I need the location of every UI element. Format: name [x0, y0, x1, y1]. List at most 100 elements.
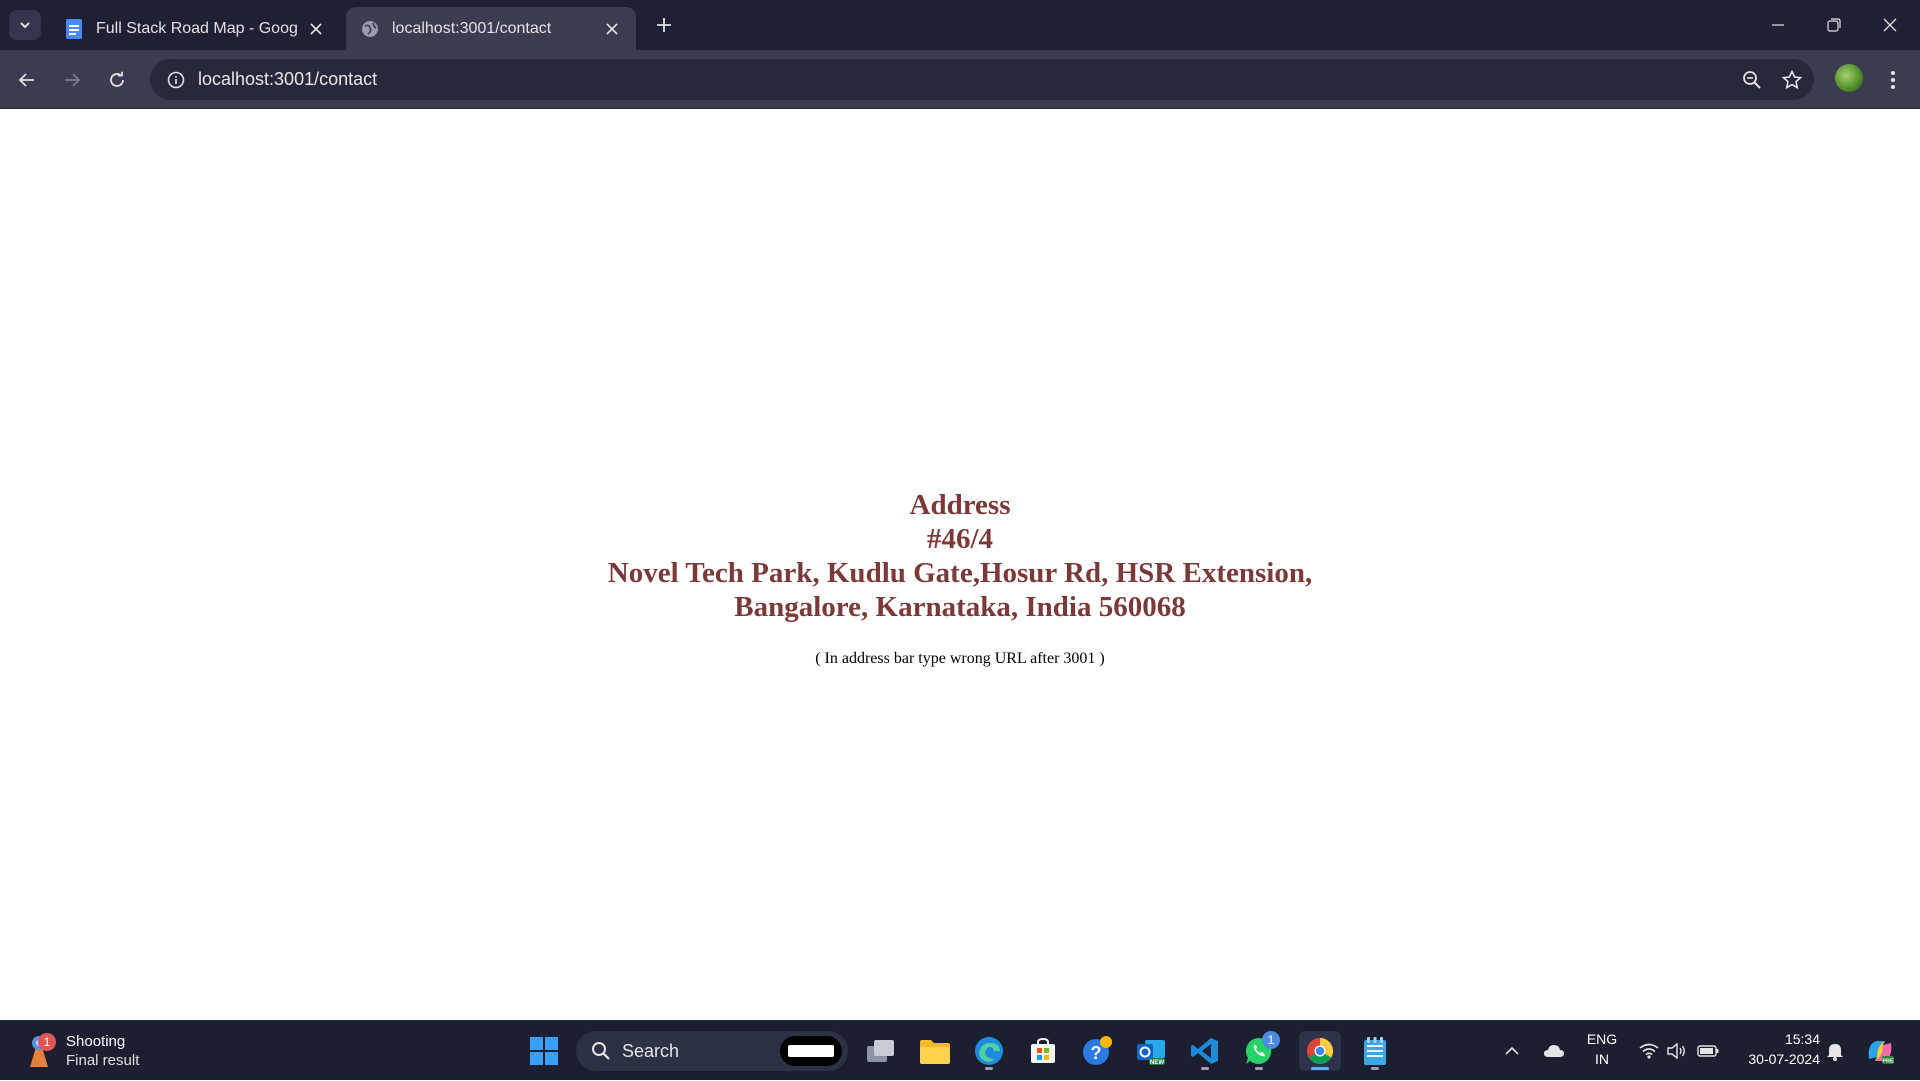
tab-search-button[interactable] — [9, 10, 41, 40]
close-icon[interactable] — [602, 19, 622, 39]
onedrive-button[interactable] — [1538, 1021, 1570, 1081]
arrow-right-icon — [65, 73, 81, 87]
tab-localhost-contact[interactable]: localhost:3001/contact — [346, 7, 636, 50]
close-icon[interactable] — [306, 19, 326, 39]
cloud-icon — [1544, 1045, 1564, 1057]
windows-start-icon — [530, 1037, 558, 1065]
arrow-left-icon — [18, 73, 34, 87]
show-hidden-icons-button[interactable] — [1498, 1021, 1526, 1081]
start-button[interactable] — [523, 1031, 565, 1071]
language-code: ENG — [1586, 1031, 1618, 1047]
info-icon[interactable] — [158, 62, 194, 98]
notifications-button[interactable] — [1822, 1021, 1848, 1081]
address-line-3: Bangalore, Karnataka, India 560068 — [734, 591, 1186, 623]
speaker-icon — [1667, 1043, 1685, 1059]
taskbar: 1 Shooting Final result Search ? NEW 1 E… — [0, 1020, 1920, 1080]
volume-button[interactable] — [1664, 1021, 1690, 1081]
taskbar-search[interactable]: Search — [576, 1031, 848, 1071]
minimize-button[interactable] — [1750, 0, 1806, 50]
task-view-icon — [867, 1040, 894, 1062]
region-code: IN — [1595, 1051, 1609, 1067]
file-explorer-button[interactable] — [914, 1031, 956, 1071]
address-line-2: Novel Tech Park, Kudlu Gate,Hosur Rd, HS… — [607, 557, 1313, 589]
address-heading: Address — [909, 489, 1011, 521]
restore-icon — [1827, 18, 1841, 32]
chrome-icon — [1306, 1037, 1334, 1065]
reload-icon — [110, 71, 124, 87]
new-tab-button[interactable] — [650, 11, 678, 39]
widget-subtitle: Final result — [66, 1052, 140, 1069]
whatsapp-button[interactable]: 1 — [1238, 1031, 1280, 1071]
running-indicator — [1201, 1067, 1209, 1070]
plus-icon — [657, 18, 671, 32]
notepad-button[interactable] — [1354, 1031, 1396, 1071]
chevron-down-icon — [20, 22, 30, 29]
search-highlight-image — [780, 1036, 842, 1066]
running-indicator — [1371, 1067, 1379, 1070]
clock-time: 15:34 — [1784, 1031, 1820, 1047]
bell-icon — [1827, 1044, 1843, 1061]
clock-date: 30-07-2024 — [1748, 1051, 1820, 1067]
get-help-button[interactable]: ? — [1076, 1031, 1118, 1071]
profile-avatar[interactable] — [1835, 64, 1863, 92]
page-viewport: Address #46/4 Novel Tech Park, Kudlu Gat… — [0, 109, 1920, 1020]
weather-widget[interactable]: 1 Shooting Final result — [24, 1029, 139, 1073]
chevron-up-icon — [1505, 1046, 1519, 1055]
more-vertical-icon — [1891, 71, 1895, 89]
microsoft-store-icon — [1031, 1037, 1055, 1063]
battery-icon — [1697, 1045, 1719, 1057]
globe-icon — [360, 19, 380, 39]
restore-button[interactable] — [1806, 0, 1862, 50]
url-text[interactable]: localhost:3001/contact — [198, 69, 1734, 90]
tab-full-stack-road-map[interactable]: Full Stack Road Map - Google D — [50, 7, 340, 50]
vscode-button[interactable] — [1184, 1031, 1226, 1071]
bookmark-star-icon[interactable] — [1774, 62, 1810, 98]
notification-badge: 1 — [1262, 1031, 1280, 1049]
browser-tab-strip: Full Stack Road Map - Google D localhost… — [0, 0, 1920, 50]
input-language-indicator[interactable]: ENG IN — [1582, 1029, 1622, 1069]
running-indicator — [1255, 1067, 1263, 1070]
edge-button[interactable] — [968, 1031, 1010, 1071]
outlook-icon: NEW — [1137, 1040, 1165, 1066]
chrome-button[interactable] — [1299, 1031, 1341, 1071]
task-view-button[interactable] — [860, 1031, 902, 1071]
notification-badge: 1 — [38, 1033, 56, 1051]
reload-button[interactable] — [100, 63, 134, 97]
address-bar[interactable]: localhost:3001/contact — [150, 59, 1814, 100]
minimize-icon — [1772, 24, 1784, 26]
search-label: Search — [622, 1040, 680, 1061]
svg-text:PRE: PRE — [1882, 1059, 1894, 1065]
forward-button[interactable] — [55, 63, 89, 97]
address-block: Address #46/4 Novel Tech Park, Kudlu Gat… — [0, 488, 1920, 624]
sports-icon: 1 — [24, 1033, 56, 1069]
close-window-button[interactable] — [1862, 0, 1918, 50]
copilot-button[interactable]: PRE — [1862, 1021, 1898, 1081]
tab-title: localhost:3001/contact — [392, 19, 552, 37]
hint-text: ( In address bar type wrong URL after 30… — [815, 650, 1105, 667]
active-indicator — [1311, 1067, 1329, 1070]
vscode-icon — [1191, 1038, 1218, 1064]
google-docs-icon — [64, 18, 84, 39]
copilot-icon: PRE — [1868, 1041, 1894, 1065]
svg-text:?: ? — [1091, 1043, 1102, 1063]
browser-menu-button[interactable] — [1878, 63, 1908, 97]
clock[interactable]: 15:34 30-07-2024 — [1730, 1029, 1820, 1069]
microsoft-store-button[interactable] — [1022, 1031, 1064, 1071]
svg-text:NEW: NEW — [1150, 1060, 1164, 1066]
notepad-icon — [1364, 1037, 1386, 1065]
close-icon — [1883, 18, 1897, 32]
outlook-button[interactable]: NEW — [1130, 1031, 1172, 1071]
help-icon: ? — [1083, 1036, 1112, 1065]
zoom-icon[interactable] — [1734, 62, 1770, 98]
search-icon — [590, 1040, 612, 1062]
tab-title: Full Stack Road Map - Google D — [96, 19, 298, 37]
battery-button[interactable] — [1694, 1021, 1722, 1081]
back-button[interactable] — [10, 63, 44, 97]
folder-icon — [920, 1040, 950, 1064]
wifi-button[interactable] — [1636, 1021, 1662, 1081]
wifi-icon — [1639, 1043, 1659, 1059]
browser-toolbar: localhost:3001/contact — [0, 50, 1920, 109]
edge-icon — [975, 1037, 1003, 1065]
running-indicator — [985, 1067, 993, 1070]
address-line-1: #46/4 — [926, 523, 994, 555]
